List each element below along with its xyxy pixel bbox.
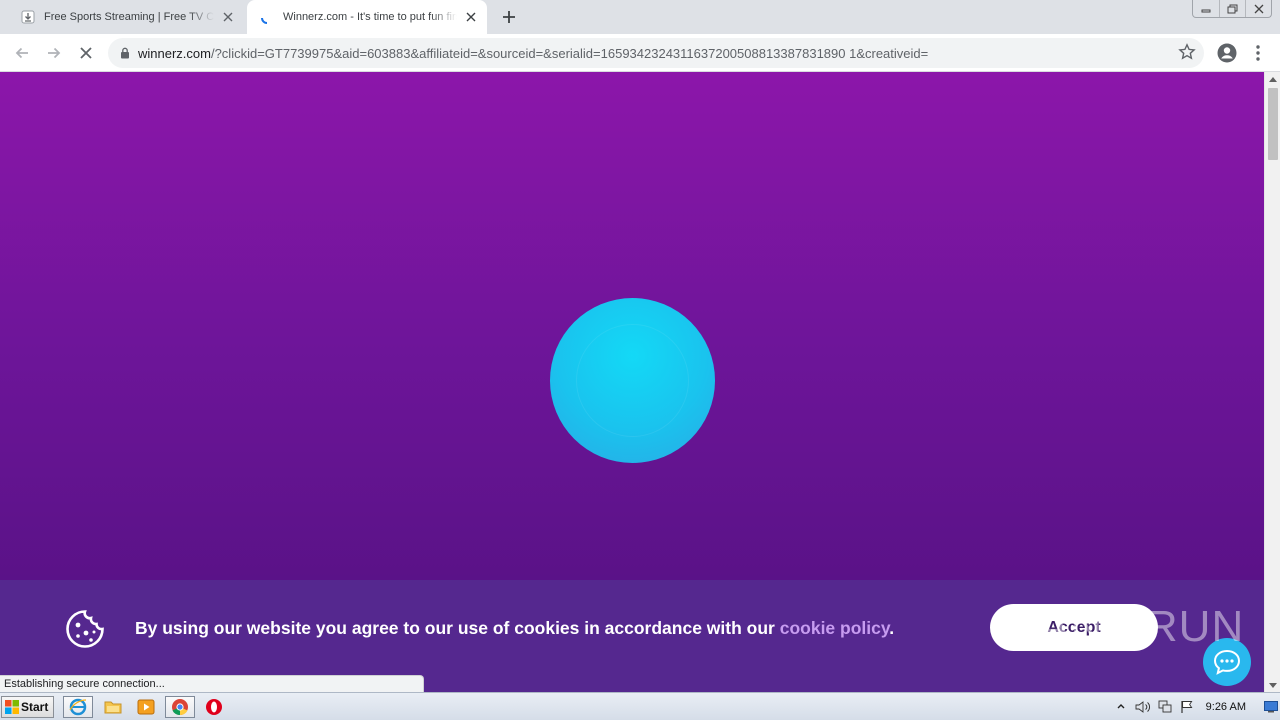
cookie-message-text: By using our website you agree to our us… — [135, 618, 780, 638]
cookie-message: By using our website you agree to our us… — [135, 618, 894, 639]
opera-icon[interactable] — [199, 696, 229, 718]
cookie-icon — [64, 608, 106, 650]
tab-title: Free Sports Streaming | Free TV Channels — [44, 11, 214, 23]
tab-free-sports-streaming[interactable]: Free Sports Streaming | Free TV Channels — [8, 0, 244, 34]
folder-icon[interactable] — [98, 696, 128, 718]
kebab-menu-icon[interactable] — [1246, 39, 1270, 67]
url-host: winnerz.com — [138, 45, 211, 61]
url-text: winnerz.com/?clickid=GT7739975&aid=60388… — [138, 46, 928, 61]
url-path: /?clickid=GT7739975&aid=603883&affiliate… — [210, 45, 929, 61]
loading-spinner-icon — [259, 9, 275, 25]
chat-bubble-icon[interactable] — [1203, 638, 1251, 686]
minimize-icon[interactable] — [1193, 0, 1219, 17]
account-circle-icon[interactable] — [1214, 39, 1240, 67]
forward-arrow-icon[interactable] — [40, 39, 68, 67]
status-bubble: Establishing secure connection... — [0, 675, 424, 692]
chrome-icon[interactable] — [165, 696, 195, 718]
download-icon — [20, 9, 36, 25]
close-icon[interactable] — [218, 7, 238, 27]
tab-title: Winnerz.com - It's time to put fun first — [283, 11, 457, 23]
windows-taskbar: Start 9:26 AM — [0, 692, 1280, 720]
tab-strip: Free Sports Streaming | Free TV Channels… — [0, 0, 1280, 34]
taskbar-clock[interactable]: 9:26 AM — [1206, 701, 1246, 713]
tab-winnerz[interactable]: Winnerz.com - It's time to put fun first — [247, 0, 487, 34]
tray-expand-icon[interactable] — [1110, 697, 1132, 717]
stop-loading-icon[interactable] — [72, 39, 100, 67]
loading-ball — [550, 298, 715, 463]
window-controls — [1192, 0, 1272, 18]
close-icon[interactable] — [461, 7, 481, 27]
star-icon[interactable] — [1178, 43, 1196, 61]
scroll-up-arrow-icon[interactable] — [1265, 72, 1280, 86]
accept-cookies-button[interactable]: Accept — [990, 604, 1158, 651]
scroll-thumb[interactable] — [1268, 88, 1278, 160]
flag-icon[interactable] — [1176, 697, 1198, 717]
internet-explorer-icon[interactable] — [63, 696, 93, 718]
network-icon[interactable] — [1154, 697, 1176, 717]
cookie-policy-link[interactable]: cookie policy — [780, 618, 890, 638]
page-viewport: By using our website you agree to our us… — [0, 72, 1264, 692]
lock-icon[interactable] — [120, 47, 130, 59]
vertical-scrollbar[interactable] — [1264, 72, 1280, 692]
address-bar[interactable]: winnerz.com/?clickid=GT7739975&aid=60388… — [108, 38, 1204, 68]
show-desktop-icon[interactable] — [1264, 697, 1278, 717]
windows-logo-icon — [5, 700, 19, 714]
loading-ring — [576, 324, 689, 437]
media-player-icon[interactable] — [131, 696, 161, 718]
volume-icon[interactable] — [1132, 697, 1154, 717]
close-icon[interactable] — [1245, 0, 1271, 17]
restore-icon[interactable] — [1219, 0, 1245, 17]
browser-toolbar: winnerz.com/?clickid=GT7739975&aid=60388… — [0, 34, 1280, 72]
system-tray: 9:26 AM — [1110, 693, 1280, 720]
plus-icon[interactable] — [497, 5, 521, 29]
start-button[interactable]: Start — [1, 696, 54, 718]
start-label: Start — [21, 700, 49, 714]
cookie-message-end: . — [889, 618, 895, 638]
back-arrow-icon[interactable] — [8, 39, 36, 67]
scroll-down-arrow-icon[interactable] — [1265, 678, 1280, 692]
